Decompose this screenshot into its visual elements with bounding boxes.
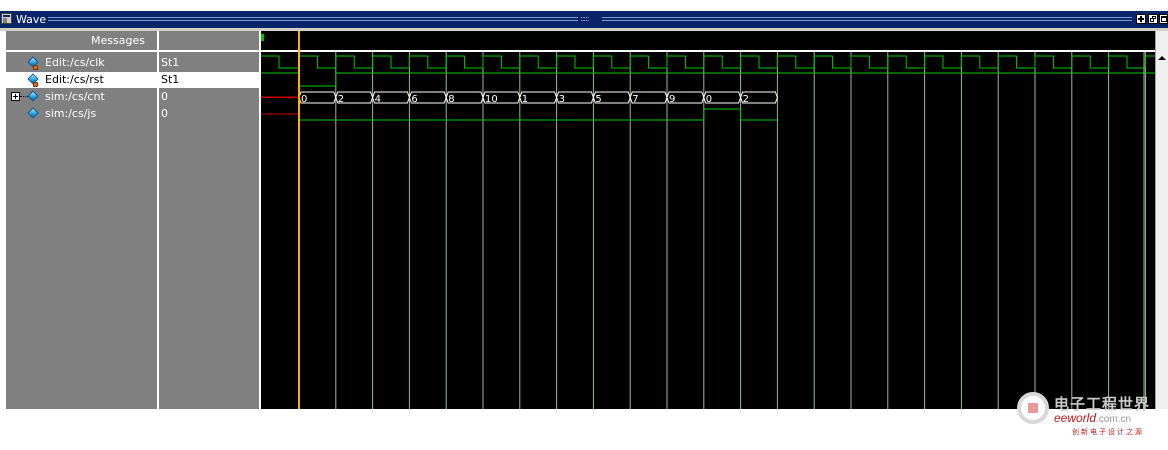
cnt-bus-value: 7 [632,94,638,105]
signal-value: St1 [161,73,180,86]
signal-row-js[interactable]: sim:/cs/js [6,106,157,122]
locked-signal-icon [27,73,39,87]
value-row-js[interactable]: 0 [159,106,259,122]
signal-name: Edit:/cs/clk [45,56,105,69]
values-header [159,31,259,52]
signal-name: sim:/cs/cnt [45,90,105,103]
signal-icon [27,90,39,102]
vertical-scrollbar[interactable] [1155,31,1168,409]
value-row-cnt[interactable]: 0 [159,89,259,105]
js-waveform [299,108,778,121]
expand-plus-icon[interactable] [11,92,20,101]
signal-values-pane[interactable]: St1 St1 0 0 [159,31,259,409]
cnt-bus-value: 5 [595,94,601,105]
cnt-bus-value: 2 [338,94,344,105]
cnt-bus-value: 1 [522,94,528,105]
window-title: Wave [16,13,47,26]
eeworld-watermark: 电子工程世界 eeworld.com.cn 创新电子设计之源 [1016,392,1166,440]
cnt-bus-value: 3 [559,94,565,105]
rst-waveform [261,72,1155,87]
signal-row-clk[interactable]: Edit:/cs/clk [6,55,157,71]
wave-window-icon [1,13,12,24]
dock-grip-icon[interactable]: ::::: [580,14,602,24]
cnt-bus-value: 9 [669,94,675,105]
signal-value: 0 [161,90,168,103]
cnt-bus-value: 2 [743,94,749,105]
cnt-bus-value: 0 [706,94,712,105]
signal-names-pane[interactable]: Messages Edit:/cs/clk Edit:/cs/rst sim:/… [6,31,157,409]
watermark-url: eeworld.com.cn [1054,411,1132,425]
value-row-rst[interactable]: St1 [159,72,259,88]
cnt-bus-value: 4 [375,94,381,105]
messages-header[interactable]: Messages [6,31,157,52]
cnt-bus-value: 6 [411,94,417,105]
signal-name: Edit:/cs/rst [45,73,104,86]
signal-row-rst[interactable]: Edit:/cs/rst [6,72,157,88]
cnt-bus-value: 10 [485,94,498,105]
zoom-in-button[interactable] [1136,14,1146,24]
signal-icon [27,107,39,119]
value-row-clk[interactable]: St1 [159,55,259,71]
signal-row-cnt[interactable]: sim:/cs/cnt [6,89,157,105]
locked-signal-icon [27,56,39,70]
wave-header [261,31,1155,50]
scroll-up-arrow-icon[interactable] [1158,56,1166,60]
titlebar-grip-right[interactable] [602,17,1132,21]
signal-value: 0 [161,107,168,120]
wave-window-titlebar[interactable]: Wave ::::: [0,11,1168,28]
undock-button[interactable] [1148,14,1158,24]
watermark-slogan: 创新电子设计之源 [1072,428,1144,436]
waveform-canvas[interactable]: 0 2 4 6 8 10 1 3 5 7 9 0 2 [261,31,1155,409]
clk-waveform [261,55,1155,69]
titlebar-grip-left[interactable] [48,17,578,21]
restore-button[interactable] [1159,14,1168,24]
waveform-area[interactable]: 0 2 4 6 8 10 1 3 5 7 9 0 2 [261,31,1155,409]
signal-name: sim:/cs/js [45,107,97,120]
cnt-bus-value: 8 [448,94,454,105]
cnt-bus-value: 0 [301,94,307,105]
time-origin-marker [261,34,264,41]
signal-value: St1 [161,56,180,69]
eeworld-logo-icon [1017,392,1049,424]
